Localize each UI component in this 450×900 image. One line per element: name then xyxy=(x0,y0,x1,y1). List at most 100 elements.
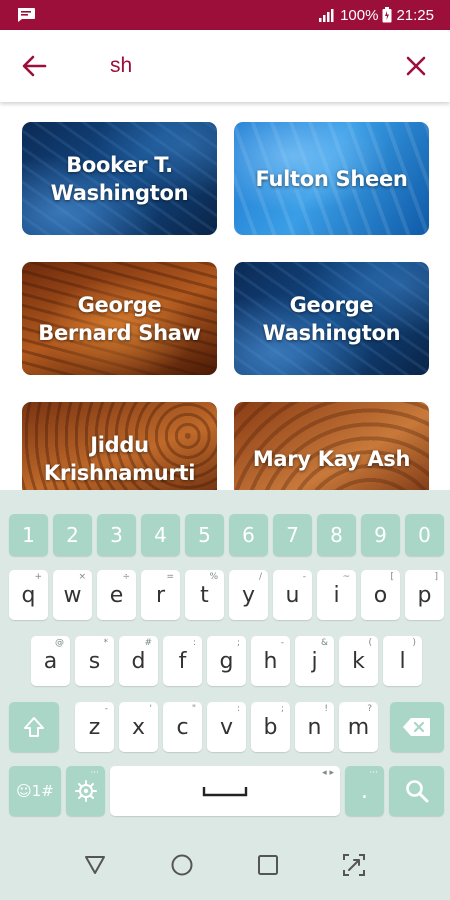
key-label: x xyxy=(131,714,146,740)
key-o[interactable]: [o xyxy=(361,570,400,620)
key-z[interactable]: -z xyxy=(75,702,114,752)
key-b[interactable]: ; b xyxy=(251,702,290,752)
symbols-key-label: ☺1# xyxy=(16,782,54,800)
key-hint: ~ xyxy=(342,572,350,582)
result-card-title: Fulton Sheen xyxy=(255,166,408,191)
space-icon xyxy=(202,787,248,797)
key-label: i xyxy=(333,582,340,608)
space-key[interactable]: ◂ ▸ xyxy=(110,766,340,816)
result-card-title: George Bernard Shaw xyxy=(38,292,201,345)
key-k[interactable]: (k xyxy=(339,636,378,686)
nav-recents-button[interactable] xyxy=(251,850,285,880)
key-t[interactable]: % t xyxy=(185,570,224,620)
key-hint: ··· xyxy=(369,768,378,778)
result-card-title: George Washington xyxy=(262,292,401,345)
result-card[interactable]: Mary Kay Ash xyxy=(234,402,429,490)
key-g[interactable]: ; g xyxy=(207,636,246,686)
nav-home-button[interactable] xyxy=(165,850,199,880)
key-3[interactable]: 3 xyxy=(97,514,136,556)
key-label: p xyxy=(417,582,432,608)
key-f[interactable]: :f xyxy=(163,636,202,686)
key-0[interactable]: 0 xyxy=(405,514,444,556)
result-card[interactable]: Fulton Sheen xyxy=(234,122,429,235)
settings-key[interactable]: ··· xyxy=(66,766,105,816)
key-8[interactable]: 8 xyxy=(317,514,356,556)
search-bar xyxy=(0,30,450,102)
battery-icon xyxy=(382,7,392,23)
arrow-left-icon xyxy=(22,55,47,77)
key-x[interactable]: ' x xyxy=(119,702,158,752)
settings-icon xyxy=(74,780,97,802)
key-c[interactable]: " c xyxy=(163,702,202,752)
key-label: f xyxy=(178,648,187,674)
backspace-key[interactable] xyxy=(390,702,444,752)
key-i[interactable]: ~ i xyxy=(317,570,356,620)
key-m[interactable]: ? m xyxy=(339,702,378,752)
nav-back-button[interactable] xyxy=(78,850,112,880)
back-button[interactable] xyxy=(14,48,54,84)
key-p[interactable]: ] p xyxy=(405,570,444,620)
key-hint: ; xyxy=(280,704,284,714)
key-label: m xyxy=(347,714,370,740)
key-y[interactable]: / y xyxy=(229,570,268,620)
key-r[interactable]: = r xyxy=(141,570,180,620)
period-key[interactable]: ··· . xyxy=(345,766,384,816)
key-label: z xyxy=(88,714,101,740)
recents-square-icon xyxy=(258,855,278,875)
key-label: k xyxy=(352,648,365,674)
key-label: j xyxy=(311,648,318,674)
key-hint: : xyxy=(236,704,240,714)
key-hint: - xyxy=(280,638,284,648)
key-7[interactable]: 7 xyxy=(273,514,312,556)
key-h[interactable]: -h xyxy=(251,636,290,686)
result-card[interactable]: George Bernard Shaw xyxy=(22,262,217,375)
key-hint: ] xyxy=(434,572,438,582)
key-s[interactable]: * s xyxy=(75,636,114,686)
result-card[interactable]: Booker T. Washington xyxy=(22,122,217,235)
nav-rotate-button[interactable] xyxy=(337,850,371,880)
battery-percent: 100% xyxy=(340,6,379,24)
key-hint: - xyxy=(104,704,108,714)
key-j[interactable]: & j xyxy=(295,636,334,686)
key-6[interactable]: 6 xyxy=(229,514,268,556)
key-label: o xyxy=(373,582,388,608)
key-w[interactable]: × w xyxy=(53,570,92,620)
key-a[interactable]: @ a xyxy=(31,636,70,686)
result-card[interactable]: Jiddu Krishnamurti xyxy=(22,402,217,490)
key-9[interactable]: 9 xyxy=(361,514,400,556)
key-l[interactable]: ) l xyxy=(383,636,422,686)
space-hint: ◂ ▸ xyxy=(322,768,334,778)
key-hint: & xyxy=(320,638,328,648)
key-u[interactable]: -u xyxy=(273,570,312,620)
key-4[interactable]: 4 xyxy=(141,514,180,556)
key-hint: ) xyxy=(412,638,416,648)
key-hint: ! xyxy=(324,704,328,714)
key-n[interactable]: ! n xyxy=(295,702,334,752)
key-e[interactable]: ÷ e xyxy=(97,570,136,620)
key-v[interactable]: :v xyxy=(207,702,246,752)
key-label: d xyxy=(131,648,146,674)
symbols-key[interactable]: ☺1# xyxy=(9,766,61,816)
key-label: n xyxy=(307,714,322,740)
key-q[interactable]: + q xyxy=(9,570,48,620)
key-hint: @ xyxy=(55,638,64,648)
key-d[interactable]: # d xyxy=(119,636,158,686)
close-icon xyxy=(406,56,426,76)
key-label: . xyxy=(361,778,368,804)
key-2[interactable]: 2 xyxy=(53,514,92,556)
search-key[interactable] xyxy=(389,766,444,816)
key-label: u xyxy=(285,582,300,608)
shift-key[interactable] xyxy=(9,702,59,752)
result-card[interactable]: George Washington xyxy=(234,262,429,375)
key-label: g xyxy=(219,648,234,674)
home-circle-icon xyxy=(171,854,193,876)
search-icon xyxy=(405,780,428,803)
search-input[interactable] xyxy=(110,50,380,82)
results-grid: Booker T. Washington Fulton Sheen George… xyxy=(0,102,450,490)
key-5[interactable]: 5 xyxy=(185,514,224,556)
status-bar: 100% 21:25 xyxy=(0,0,450,30)
keyboard: 1 2 3 4 5 6 7 8 9 0 + q × w ÷ e = r % t / y -u… xyxy=(0,490,450,830)
clear-search-button[interactable] xyxy=(396,48,436,84)
key-label: y xyxy=(241,582,256,608)
key-1[interactable]: 1 xyxy=(9,514,48,556)
